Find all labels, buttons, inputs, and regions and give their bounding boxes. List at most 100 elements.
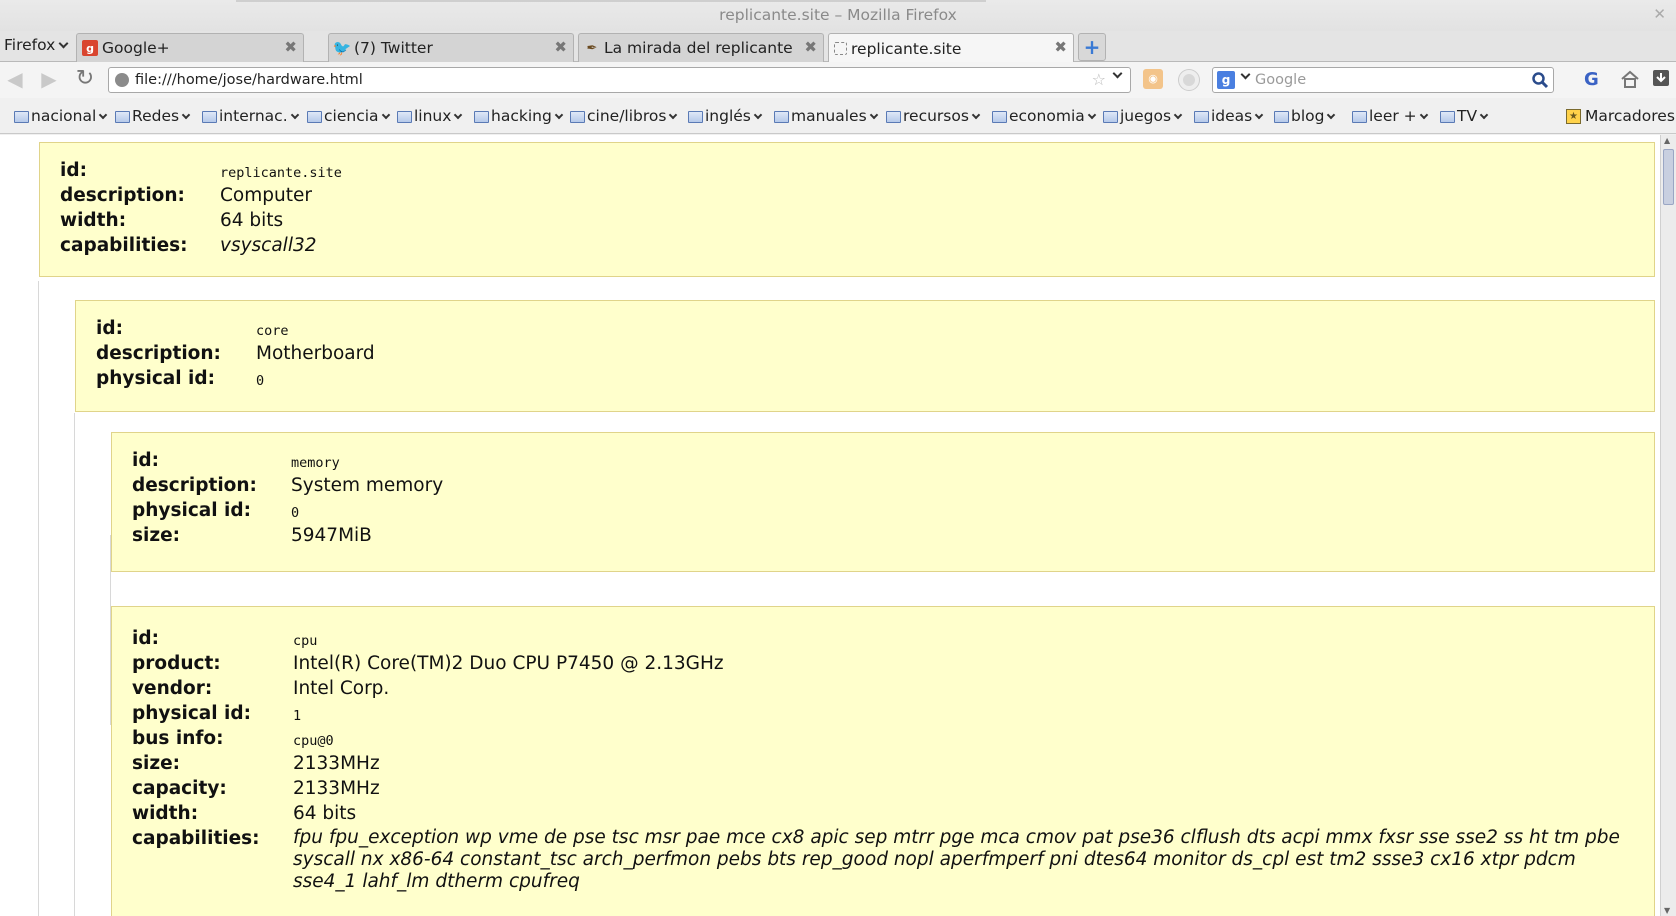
bookmark-folder-hacking[interactable]: hacking xyxy=(474,107,564,125)
tab-label: Google+ xyxy=(102,39,170,57)
forward-arrow-icon[interactable]: ▶ xyxy=(38,69,60,90)
firefox-menu-button[interactable]: Firefox xyxy=(4,36,70,54)
field-label: bus info: xyxy=(132,728,224,749)
bookmark-folder-juegos[interactable]: juegos xyxy=(1103,107,1183,125)
bookmark-folder-blog[interactable]: blog xyxy=(1274,107,1336,125)
reload-icon[interactable]: ↻ xyxy=(74,68,96,90)
bookmark-folder-linux[interactable]: linux xyxy=(397,107,463,125)
bookmark-folder-label: juegos xyxy=(1120,107,1172,125)
hardware-node-computer: id: replicante.site description: Compute… xyxy=(39,142,1655,277)
bookmark-star-icon[interactable]: ☆ xyxy=(1092,70,1106,89)
vertical-scrollbar[interactable]: ▲ ▼ xyxy=(1660,135,1676,916)
bookmark-folder-nacional[interactable]: nacional xyxy=(14,107,108,125)
field-value-vendor: Intel Corp. xyxy=(293,678,390,699)
bookmark-folder-leer-mas[interactable]: leer + xyxy=(1352,107,1429,125)
chevron-down-icon xyxy=(971,110,981,119)
bookmark-folder-internac[interactable]: internac. xyxy=(202,107,300,125)
bookmark-folder-label: TV xyxy=(1457,107,1478,125)
tab-replicante-site[interactable]: replicante.site ✖ xyxy=(828,33,1074,63)
search-icon[interactable] xyxy=(1531,71,1549,89)
tab-twitter[interactable]: 🐦 (7) Twitter ✖ xyxy=(328,33,574,62)
downloads-icon[interactable] xyxy=(1651,68,1671,88)
field-label: capacity: xyxy=(132,778,227,799)
folder-icon xyxy=(1194,111,1209,123)
field-value-capacity: 2133MHz xyxy=(293,778,380,799)
tab-la-mirada[interactable]: ✒ La mirada del replicante ✖ xyxy=(578,33,824,62)
folder-icon xyxy=(886,111,901,123)
bookmark-folder-manuales[interactable]: manuales xyxy=(774,107,879,125)
bookmark-folder-label: leer + xyxy=(1369,107,1417,125)
folder-icon xyxy=(202,111,217,123)
field-value-description: System memory xyxy=(291,475,444,496)
hardware-node-memory: id: memory description: System memory ph… xyxy=(111,432,1655,572)
url-input[interactable] xyxy=(135,70,1095,90)
field-value-size: 5947MiB xyxy=(291,525,372,546)
field-value-capabilities: vsyscall32 xyxy=(220,235,317,256)
field-value-physical-id: 0 xyxy=(291,505,300,521)
bookmark-folder-label: ideas xyxy=(1211,107,1253,125)
url-history-dropdown-icon[interactable] xyxy=(1112,68,1123,79)
folder-icon xyxy=(1103,111,1118,123)
folder-icon xyxy=(688,111,703,123)
folder-icon xyxy=(1274,111,1289,123)
rss-feed-icon[interactable]: ◉ xyxy=(1143,69,1163,89)
stop-icon[interactable] xyxy=(1179,70,1199,90)
tab-close-icon[interactable]: ✖ xyxy=(284,38,297,56)
search-engine-google-icon[interactable]: g xyxy=(1217,71,1235,89)
tab-close-icon[interactable]: ✖ xyxy=(554,38,567,56)
field-label: capabilities: xyxy=(60,235,188,256)
bookmark-folder-economia[interactable]: economia xyxy=(992,107,1097,125)
search-input[interactable] xyxy=(1255,70,1515,90)
google-plus-icon: g xyxy=(82,40,98,56)
folder-icon xyxy=(397,111,412,123)
folder-icon xyxy=(14,111,29,123)
scroll-up-arrow-icon[interactable]: ▲ xyxy=(1664,136,1670,145)
tab-label: replicante.site xyxy=(851,39,962,58)
tree-guide-line xyxy=(38,281,39,916)
field-label: width: xyxy=(132,803,199,824)
bookmark-folder-label: hacking xyxy=(491,107,552,125)
field-value-product: Intel(R) Core(TM)2 Duo CPU P7450 @ 2.13G… xyxy=(293,653,724,674)
tab-google-plus[interactable]: g Google+ ✖ xyxy=(76,33,304,62)
chevron-down-icon xyxy=(869,110,878,119)
chevron-down-icon xyxy=(454,110,463,119)
bookmark-folder-ingles[interactable]: inglés xyxy=(688,107,763,125)
extension-g-icon[interactable]: G xyxy=(1584,69,1599,90)
field-label: id: xyxy=(96,318,123,339)
field-value-bus-info: cpu@0 xyxy=(293,733,334,749)
bookmarks-toolbar: nacional Redes internac. ciencia linux h… xyxy=(0,98,1676,134)
field-label: physical id: xyxy=(96,368,216,389)
blank-page-icon xyxy=(834,42,847,55)
field-label: physical id: xyxy=(132,703,252,724)
bookmark-folder-cine-libros[interactable]: cine/libros xyxy=(570,107,678,125)
field-label: description: xyxy=(132,475,257,496)
scrollbar-thumb[interactable] xyxy=(1663,149,1674,205)
folder-icon xyxy=(992,111,1007,123)
field-value-size: 2133MHz xyxy=(293,753,380,774)
field-value-description: Computer xyxy=(220,185,312,206)
bookmark-folder-ciencia[interactable]: ciencia xyxy=(307,107,391,125)
site-identity-icon[interactable] xyxy=(115,73,129,87)
bookmark-folder-recursos[interactable]: recursos xyxy=(886,107,981,125)
scroll-down-arrow-icon[interactable]: ▼ xyxy=(1664,906,1670,915)
bookmark-folder-tv[interactable]: TV xyxy=(1440,107,1489,125)
home-icon[interactable] xyxy=(1619,68,1641,90)
tab-close-icon[interactable]: ✖ xyxy=(804,38,817,56)
field-value-id: core xyxy=(256,323,289,339)
search-bar[interactable]: g xyxy=(1212,67,1554,93)
field-value-id: replicante.site xyxy=(220,165,342,181)
new-tab-button[interactable]: + xyxy=(1078,33,1106,61)
tab-close-icon[interactable]: ✖ xyxy=(1054,38,1067,56)
chevron-down-icon xyxy=(58,38,69,48)
field-label: id: xyxy=(132,628,159,649)
field-value-capabilities: fpu fpu_exception wp vme de pse tsc msr … xyxy=(293,827,1620,892)
window-close-icon[interactable]: ✕ xyxy=(1653,5,1666,23)
url-bar[interactable]: ☆ xyxy=(108,67,1131,93)
bookmark-folder-redes[interactable]: Redes xyxy=(115,107,191,125)
folder-icon xyxy=(474,111,489,123)
back-arrow-icon[interactable]: ◀ xyxy=(4,69,26,90)
bookmark-folder-ideas[interactable]: ideas xyxy=(1194,107,1264,125)
bookmarks-menu-button[interactable]: ★ Marcadores xyxy=(1566,107,1675,125)
bookmarks-menu-label: Marcadores xyxy=(1585,107,1675,125)
search-engine-dropdown-icon[interactable] xyxy=(1240,69,1251,80)
